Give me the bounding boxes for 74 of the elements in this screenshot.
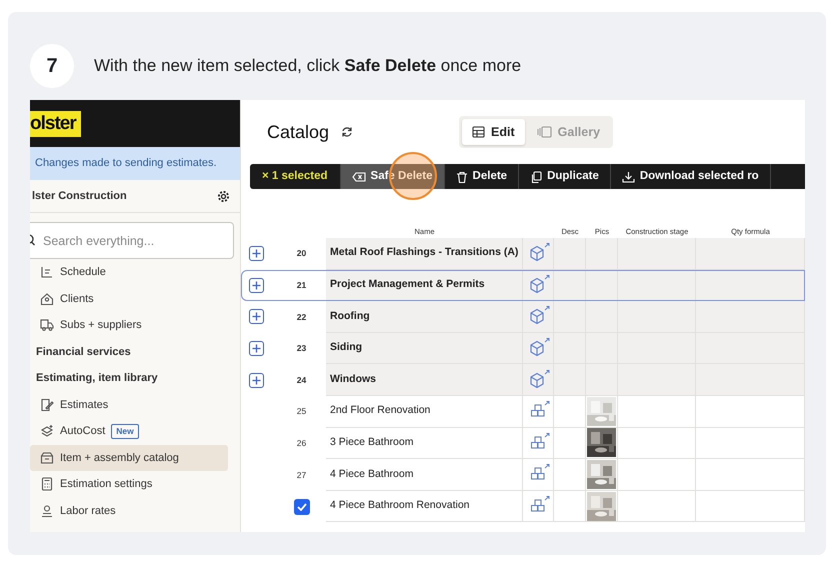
plus-icon [252, 280, 261, 290]
view-tab[interactable]: Edit [462, 118, 525, 146]
item-name: 4 Piece Bathroom [330, 466, 414, 482]
notice-banner: Changes made to sending estimates. [30, 147, 240, 180]
sidebar-section[interactable]: Financial services [30, 338, 228, 365]
stack-icon [40, 424, 54, 438]
plus-icon [252, 344, 261, 354]
add-button[interactable] [249, 246, 264, 262]
sidebar-item[interactable]: Schedule [30, 259, 228, 286]
row-number: 27 [296, 468, 306, 482]
item-name: Windows [330, 372, 376, 387]
sidebar-item[interactable]: Item + assembly catalog [30, 444, 228, 471]
document-icon [40, 398, 54, 412]
cube-icon [528, 306, 550, 326]
sidebar-item[interactable]: Estimates [30, 392, 228, 418]
house-icon [40, 292, 54, 306]
row-number: 23 [296, 342, 306, 355]
cards-icon [536, 126, 552, 138]
person-icon [40, 504, 54, 518]
toolbar-button[interactable]: Delete [444, 164, 520, 189]
search-field[interactable]: Search everything... [30, 222, 234, 259]
add-button[interactable] [249, 372, 264, 388]
step-instruction: With the new item selected, click Safe Delete once more [94, 55, 522, 78]
page-title: Catalog [267, 120, 330, 144]
item-name: Siding [330, 340, 362, 356]
sidebar-item[interactable]: AutoCost New [30, 418, 228, 444]
sidebar-section[interactable]: Estimating, item library [30, 365, 228, 392]
add-button[interactable] [249, 341, 264, 356]
step-number: 7 [30, 44, 74, 88]
cube-icon [528, 274, 550, 295]
item-name: Roofing [330, 308, 370, 324]
settings-icon[interactable] [217, 190, 230, 202]
plus-icon [252, 312, 261, 322]
table-icon [472, 126, 486, 138]
sidebar-item[interactable]: Labor rates [30, 498, 228, 524]
assembly-row[interactable]: 21 Project Management & Permits [241, 270, 805, 302]
row-number: 22 [296, 310, 306, 324]
add-button[interactable] [249, 309, 264, 324]
add-button[interactable] [249, 278, 264, 293]
copy-icon [530, 170, 542, 182]
search-icon [30, 234, 36, 246]
plus-icon [252, 376, 261, 385]
item-name: 2nd Floor Renovation [330, 403, 430, 418]
download-icon [622, 170, 635, 182]
cube-icon [528, 243, 550, 264]
sidebar-item[interactable]: Subs + suppliers [30, 312, 228, 338]
plus-icon [252, 249, 261, 258]
logo: olster [30, 110, 81, 136]
cube-icon [528, 370, 550, 390]
item-name: 4 Piece Bathroom Renovation [330, 498, 470, 514]
company-name: lster Construction [32, 188, 127, 204]
backspace-icon [352, 170, 366, 182]
new-tag: New [111, 424, 139, 439]
item-name: 3 Piece Bathroom [330, 434, 414, 450]
truck-icon [40, 318, 54, 332]
cube-icon [528, 338, 550, 358]
box-icon [40, 450, 54, 465]
sidebar-item[interactable]: Estimation settings [30, 471, 228, 498]
row-number: 26 [296, 436, 306, 450]
trash-icon [456, 170, 468, 182]
schedule-icon [40, 265, 54, 280]
checkbox[interactable] [294, 498, 310, 515]
item-name: Metal Roof Flashings - Transitions (A) [330, 245, 518, 260]
check-icon [296, 502, 306, 511]
row-number: 21 [296, 279, 306, 292]
toolbar-button[interactable]: Duplicate [519, 164, 611, 189]
sidebar-item[interactable]: Clients [30, 286, 228, 312]
toolbar-button[interactable]: Download selected ro [610, 164, 771, 189]
refresh-icon[interactable] [341, 126, 354, 138]
row-number: 24 [296, 374, 306, 387]
row-number: 20 [296, 247, 306, 260]
item-name: Project Management & Permits [330, 277, 485, 292]
row-number: 25 [296, 405, 306, 418]
calculator-icon [40, 477, 54, 492]
